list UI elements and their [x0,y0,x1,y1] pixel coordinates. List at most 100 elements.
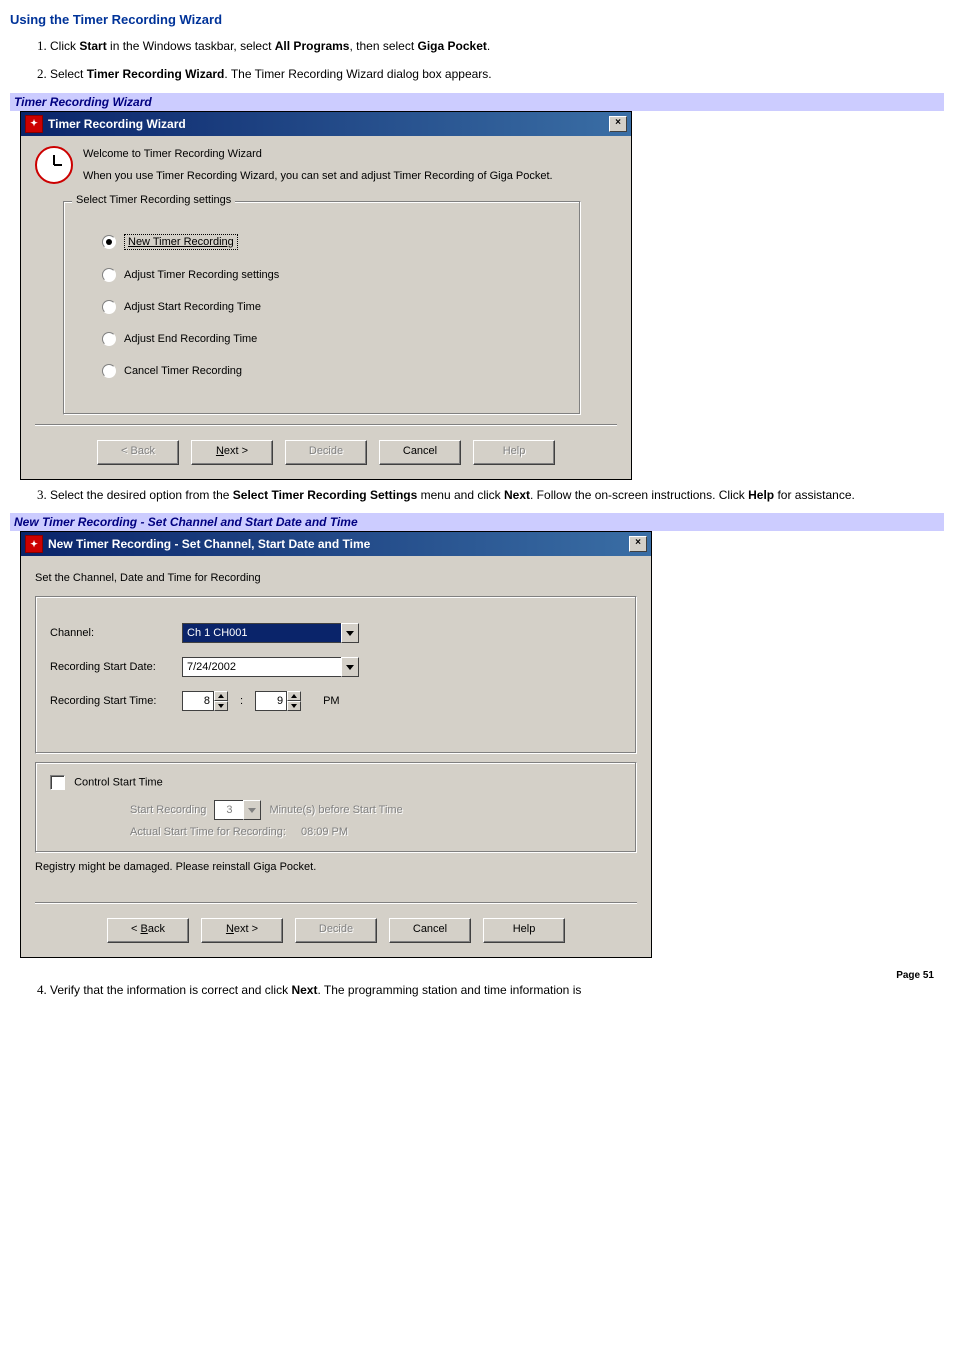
next-button[interactable]: Next > [201,918,283,943]
control-start-time-checkbox-row[interactable]: Control Start Time [50,775,622,790]
time-colon: : [240,695,243,707]
text: < [131,923,140,935]
step-2: Select Timer Recording Wizard. The Timer… [50,65,944,83]
title-text: Timer Recording Wizard [48,117,609,131]
text: Help [748,488,774,502]
spin-down-icon[interactable] [214,701,228,711]
radio-adjust-settings[interactable]: Adjust Timer Recording settings [82,268,562,282]
dropdown-arrow-icon [341,623,359,643]
dialog-instruction: Set the Channel, Date and Time for Recor… [35,572,637,584]
start-date-row: Recording Start Date: 7/24/2002 [50,657,622,677]
text: menu and click [417,488,504,502]
hour-spinner[interactable]: 8 [182,691,228,711]
cancel-button[interactable]: Cancel [379,440,461,465]
clock-icon [35,146,73,184]
text: ack [148,923,165,935]
title-text: New Timer Recording - Set Channel, Start… [48,537,629,551]
radio-adjust-end-time[interactable]: Adjust End Recording Time [82,332,562,346]
text: Select [50,67,87,81]
lead-value: 3 [214,800,243,820]
timer-recording-wizard-dialog: ✦ Timer Recording Wizard × Welcome to Ti… [20,111,632,480]
new-timer-recording-dialog: ✦ New Timer Recording - Set Channel, Sta… [20,531,652,958]
minutes-before-label: Minute(s) before Start Time [269,804,402,816]
figure-caption-1: Timer Recording Wizard [10,93,944,111]
start-time-label: Recording Start Time: [50,695,170,707]
decide-button: Decide [295,918,377,943]
start-date-combo[interactable]: 7/24/2002 [182,657,359,677]
next-button[interactable]: Next > [191,440,273,465]
start-date-label: Recording Start Date: [50,661,170,673]
decide-button: Decide [285,440,367,465]
radio-label: Cancel Timer Recording [124,365,242,377]
radio-icon [102,364,116,378]
back-button: < Back [97,440,179,465]
start-time-row: Recording Start Time: 8 : 9 PM [50,691,622,711]
channel-row: Channel: Ch 1 CH001 [50,623,622,643]
text: Click [50,39,79,53]
instructions-list-3: Verify that the information is correct a… [10,981,944,999]
radio-new-timer-recording[interactable]: New Timer Recording [82,234,562,250]
channel-date-time-box: Channel: Ch 1 CH001 Recording Start Date… [35,596,637,754]
intro-line-2: When you use Timer Recording Wizard, you… [83,168,553,185]
instructions-list-2: Select the desired option from the Selec… [10,486,944,504]
ampm-label: PM [323,695,340,707]
radio-label: Adjust Start Recording Time [124,301,261,313]
start-date-value: 7/24/2002 [182,657,341,677]
step-1: Click Start in the Windows taskbar, sele… [50,37,944,55]
instructions-list: Click Start in the Windows taskbar, sele… [10,37,944,83]
step-4: Verify that the information is correct a… [50,981,944,999]
cancel-button[interactable]: Cancel [389,918,471,943]
button-row: < Back Next > Decide Cancel Help [35,425,617,465]
lead-minutes-combo: 3 [214,800,261,820]
spin-up-icon[interactable] [214,691,228,701]
actual-start-value: 08:09 PM [301,826,348,838]
channel-combo[interactable]: Ch 1 CH001 [182,623,359,643]
text: Select Timer Recording Settings [233,488,418,502]
warning-text: Registry might be damaged. Please reinst… [35,861,637,873]
start-recording-label: Start Recording [130,804,206,816]
text: . The Timer Recording Wizard dialog box … [224,67,491,81]
radio-icon [102,332,116,346]
spin-up-icon[interactable] [287,691,301,701]
page-footer: Page 51 [10,964,944,981]
underline: N [226,923,234,935]
titlebar: ✦ Timer Recording Wizard × [21,112,631,136]
text: in the Windows taskbar, select [107,39,275,53]
spin-down-icon[interactable] [287,701,301,711]
text: ext > [234,923,258,935]
app-icon: ✦ [25,115,43,133]
page-title: Using the Timer Recording Wizard [10,12,944,27]
minute-value: 9 [255,691,287,711]
actual-start-row: Actual Start Time for Recording: 08:09 P… [130,826,622,838]
intro-text: Welcome to Timer Recording Wizard When y… [83,146,553,185]
figure-caption-2: New Timer Recording - Set Channel and St… [10,513,944,531]
radio-label: New Timer Recording [124,234,238,250]
text: Timer Recording Wizard [87,67,225,81]
titlebar: ✦ New Timer Recording - Set Channel, Sta… [21,532,651,556]
help-button: Help [473,440,555,465]
intro-line-1: Welcome to Timer Recording Wizard [83,146,553,163]
control-start-time-label: Control Start Time [74,777,163,789]
actual-start-label: Actual Start Time for Recording: [130,826,286,838]
radio-cancel-recording[interactable]: Cancel Timer Recording [82,364,562,378]
channel-label: Channel: [50,627,170,639]
control-start-time-box: Control Start Time Start Recording 3 Min… [35,762,637,853]
text: Verify that the information is correct a… [50,983,291,997]
dropdown-arrow-icon [341,657,359,677]
text: Select the desired option from the [50,488,233,502]
back-button[interactable]: < Back [107,918,189,943]
text: , then select [349,39,417,53]
dropdown-arrow-icon [243,800,261,820]
lead-time-row: Start Recording 3 Minute(s) before Start… [130,800,622,820]
text: . Follow the on-screen instructions. Cli… [530,488,748,502]
button-row: < Back Next > Decide Cancel Help [35,903,637,943]
radio-icon [102,300,116,314]
text: All Programs [275,39,350,53]
radio-adjust-start-time[interactable]: Adjust Start Recording Time [82,300,562,314]
close-button[interactable]: × [629,536,647,552]
close-button[interactable]: × [609,116,627,132]
step-3: Select the desired option from the Selec… [50,486,944,504]
radio-icon [102,268,116,282]
help-button[interactable]: Help [483,918,565,943]
minute-spinner[interactable]: 9 [255,691,301,711]
